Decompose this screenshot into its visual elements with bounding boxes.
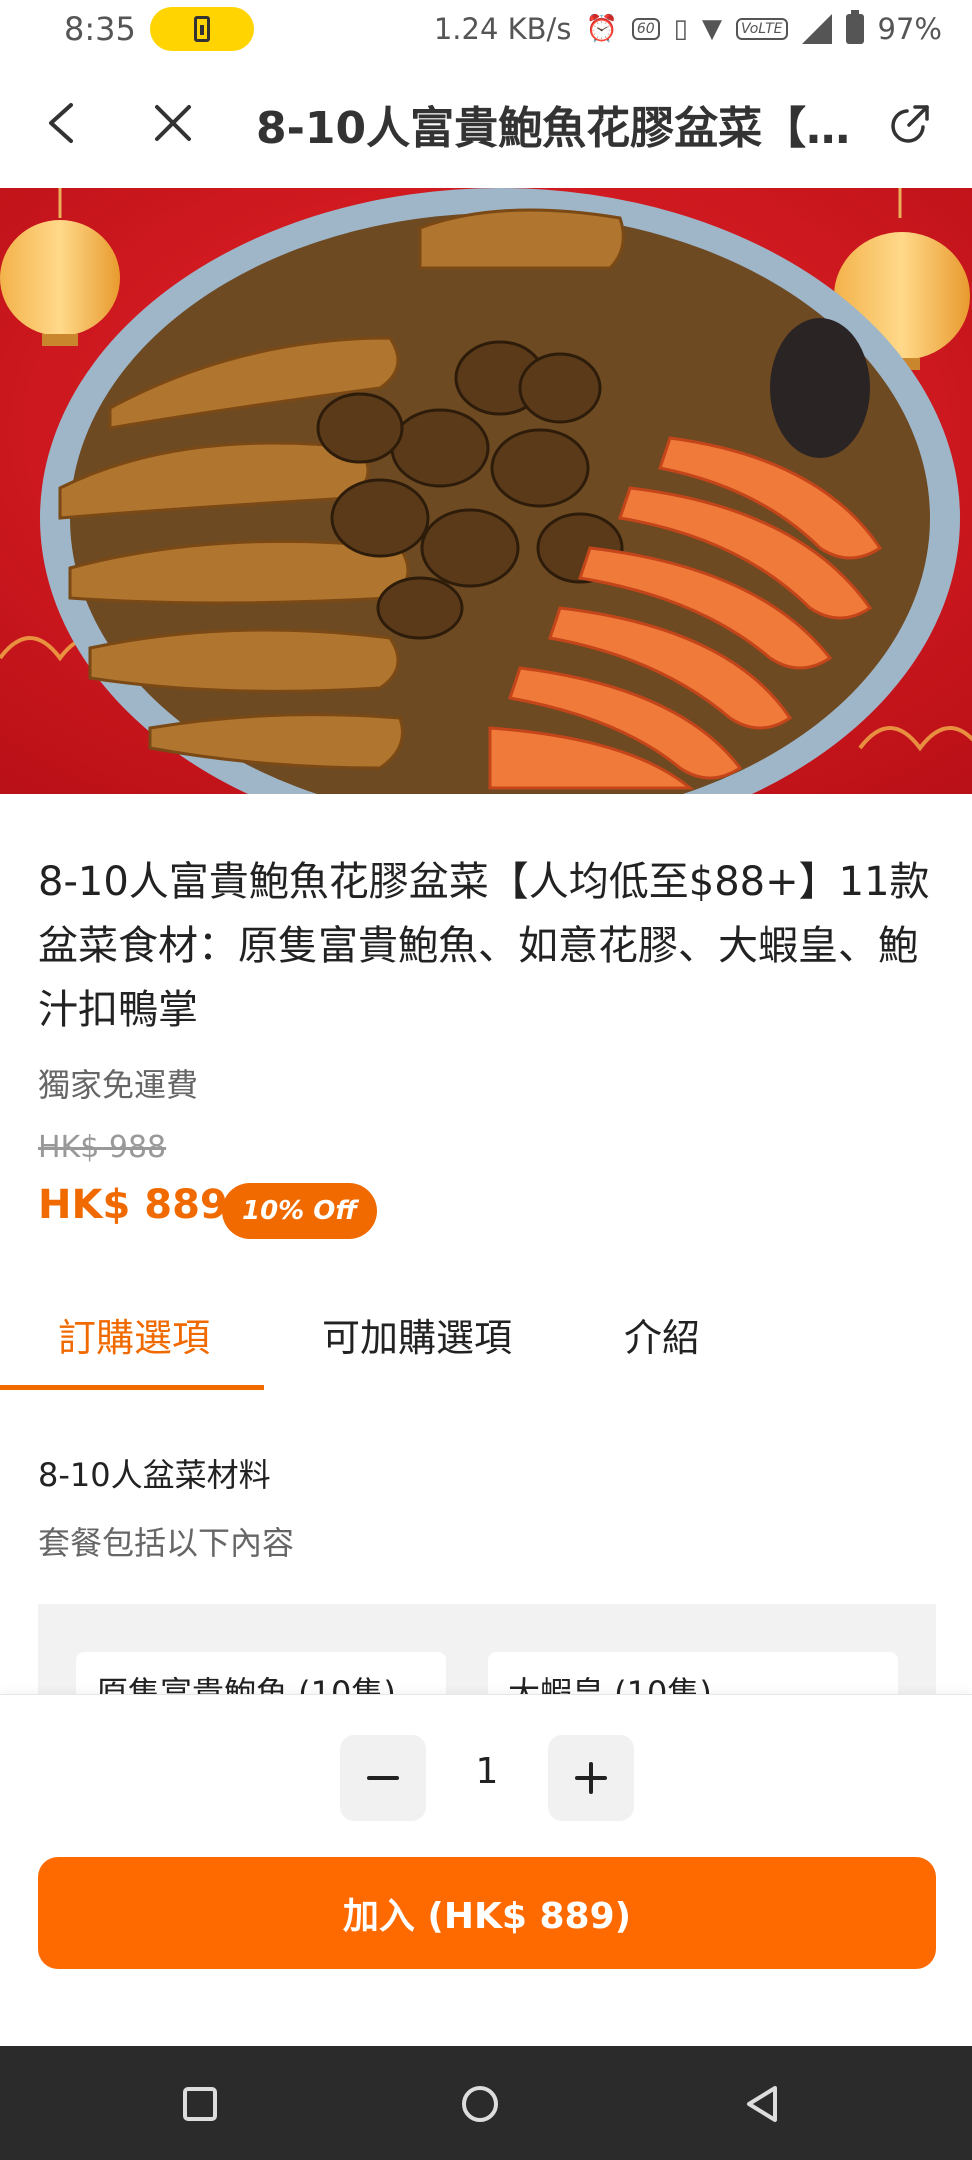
plus-icon — [575, 1762, 607, 1794]
tab-ordering-options[interactable]: 訂購選項 — [58, 1307, 210, 1362]
shipping-note: 獨家免運費 — [38, 1066, 199, 1104]
cell-signal-icon — [801, 14, 832, 44]
sea-cucumber — [770, 318, 870, 458]
vibrate-icon: ▯ — [673, 14, 688, 44]
package-items-panel: 原隻富貴鮑魚 (10隻) 大蝦皇 (10隻) — [38, 1604, 936, 1694]
active-tab-indicator — [0, 1385, 264, 1390]
home-button[interactable] — [452, 2076, 508, 2132]
chevron-left-icon — [49, 103, 73, 143]
purchase-bar: 1 加入 (HK$ 889) — [0, 1694, 972, 2046]
alarm-icon: ⏰ — [585, 14, 618, 44]
battery-icon — [845, 10, 864, 44]
triangle-back-icon — [747, 2086, 777, 2122]
original-price: HK$ 988 — [38, 1130, 167, 1165]
quantity-decrease-button[interactable] — [340, 1735, 426, 1821]
system-nav-bar — [0, 2046, 972, 2160]
status-icons: 1.24 KB/s ⏰ 60 ▯ ▼ VoLTE 97% — [433, 10, 942, 46]
charging-indicator — [149, 7, 254, 51]
product-tabs: 訂購選項 可加購選項 介紹 — [0, 1285, 972, 1393]
circle-icon — [462, 2086, 498, 2122]
close-icon — [155, 105, 191, 141]
product-image[interactable] — [0, 188, 972, 794]
status-time: 8:35 — [64, 10, 136, 48]
share-icon — [891, 105, 929, 143]
volte-icon: VoLTE — [735, 18, 788, 40]
recents-button[interactable] — [172, 2076, 228, 2132]
wifi-icon: ▼ — [701, 14, 722, 44]
battery-charging-icon — [193, 16, 210, 42]
list-item: 大蝦皇 (10隻) — [488, 1652, 898, 1694]
close-button[interactable] — [140, 90, 206, 156]
quantity-value: 1 — [475, 1751, 499, 1792]
back-button[interactable] — [28, 90, 94, 156]
section-subtitle: 套餐包括以下內容 — [38, 1524, 295, 1562]
page-title: 8-10人富貴鮑魚花膠盆菜【人... — [256, 103, 856, 154]
tab-introduction[interactable]: 介紹 — [624, 1307, 700, 1362]
poon-choi-illustration — [0, 188, 972, 794]
minus-icon — [367, 1776, 399, 1780]
refresh-rate-icon: 60 — [631, 18, 660, 40]
section-title: 8-10人盆菜材料 — [38, 1456, 271, 1494]
system-back-button[interactable] — [734, 2076, 790, 2132]
share-button[interactable] — [878, 90, 944, 156]
product-title: 8-10人富貴鮑魚花膠盆菜【人均低至$88+】11款盆菜食材：原隻富貴鮑魚、如意… — [38, 859, 930, 1033]
discount-badge: 10% Off — [222, 1183, 378, 1239]
list-item: 原隻富貴鮑魚 (10隻) — [76, 1652, 446, 1694]
add-to-cart-button[interactable]: 加入 (HK$ 889) — [38, 1857, 936, 1969]
square-icon — [183, 2087, 217, 2121]
network-speed: 1.24 KB/s — [433, 12, 572, 46]
sale-price: HK$ 889 — [38, 1182, 228, 1228]
battery-percent: 97% — [877, 12, 942, 46]
quantity-increase-button[interactable] — [548, 1735, 634, 1821]
tab-addon-options[interactable]: 可加購選項 — [322, 1307, 512, 1362]
status-bar: 8:35 1.24 KB/s ⏰ 60 ▯ ▼ VoLTE 97% — [0, 0, 972, 58]
top-header: 8-10人富貴鮑魚花膠盆菜【人... — [0, 58, 972, 188]
